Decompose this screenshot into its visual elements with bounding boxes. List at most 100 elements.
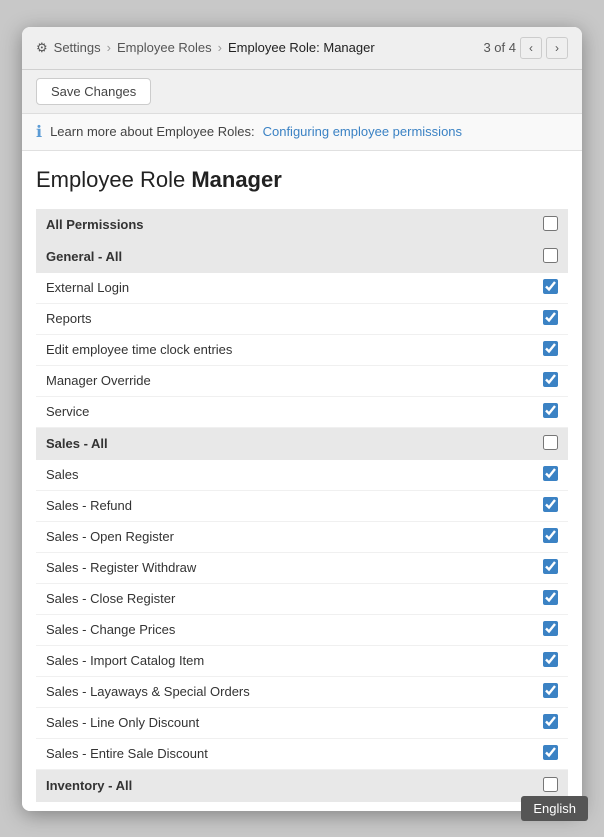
- permission-checkbox[interactable]: [543, 745, 558, 760]
- section-checkbox-cell[interactable]: [532, 241, 568, 273]
- permission-label: Inventory - Basic: [36, 802, 532, 811]
- section-checkbox-inventory[interactable]: [543, 777, 558, 792]
- permission-checkbox[interactable]: [543, 466, 558, 481]
- section-checkbox-all[interactable]: [543, 216, 558, 231]
- permission-checkbox-cell[interactable]: [532, 365, 568, 396]
- section-header-sales: Sales - All: [36, 427, 568, 460]
- table-row: Sales - Layaways & Special Orders: [36, 676, 568, 707]
- breadcrumb: ⚙ Settings › Employee Roles › Employee R…: [36, 40, 375, 56]
- toolbar: Save Changes: [22, 70, 582, 114]
- table-row: Service: [36, 396, 568, 427]
- gear-icon: ⚙: [36, 40, 48, 56]
- permission-checkbox-cell[interactable]: [532, 490, 568, 521]
- permission-checkbox-cell[interactable]: [532, 273, 568, 304]
- table-row: Sales - Open Register: [36, 521, 568, 552]
- table-row: Sales - Close Register: [36, 583, 568, 614]
- permissions-table: All Permissions General - All External L…: [36, 209, 568, 811]
- permission-checkbox[interactable]: [543, 310, 558, 325]
- table-row: Sales - Import Catalog Item: [36, 645, 568, 676]
- permission-checkbox-cell[interactable]: [532, 614, 568, 645]
- pagination: 3 of 4 ‹ ›: [483, 37, 568, 59]
- permission-label: Sales - Refund: [36, 490, 532, 521]
- permission-label: Reports: [36, 303, 532, 334]
- permission-checkbox-cell[interactable]: [532, 460, 568, 491]
- section-checkbox-sales[interactable]: [543, 435, 558, 450]
- english-badge[interactable]: English: [521, 796, 588, 821]
- permission-checkbox-cell[interactable]: [532, 738, 568, 769]
- permission-checkbox[interactable]: [543, 714, 558, 729]
- info-icon: ℹ: [36, 122, 42, 142]
- permission-checkbox[interactable]: [543, 590, 558, 605]
- permission-checkbox-cell[interactable]: [532, 707, 568, 738]
- section-checkbox-cell[interactable]: [532, 209, 568, 241]
- table-row: Sales - Change Prices: [36, 614, 568, 645]
- permission-checkbox[interactable]: [543, 621, 558, 636]
- table-row: Sales - Register Withdraw: [36, 552, 568, 583]
- permission-label: Sales - Line Only Discount: [36, 707, 532, 738]
- section-label: Inventory - All: [36, 769, 532, 802]
- permission-label: Sales: [36, 460, 532, 491]
- info-bar: ℹ Learn more about Employee Roles: Confi…: [22, 114, 582, 151]
- permission-checkbox[interactable]: [543, 341, 558, 356]
- section-header-general: General - All: [36, 241, 568, 273]
- breadcrumb-employee-roles[interactable]: Employee Roles: [117, 40, 212, 55]
- prev-button[interactable]: ‹: [520, 37, 542, 59]
- permission-checkbox[interactable]: [543, 372, 558, 387]
- permission-checkbox[interactable]: [543, 279, 558, 294]
- permission-label: Edit employee time clock entries: [36, 334, 532, 365]
- content-area: Employee Role Manager All Permissions Ge…: [22, 151, 582, 811]
- permission-label: Sales - Change Prices: [36, 614, 532, 645]
- permission-checkbox[interactable]: [543, 497, 558, 512]
- permission-label: Sales - Import Catalog Item: [36, 645, 532, 676]
- breadcrumb-sep-2: ›: [218, 40, 222, 55]
- section-checkbox-cell[interactable]: [532, 427, 568, 460]
- permission-label: Sales - Close Register: [36, 583, 532, 614]
- next-button[interactable]: ›: [546, 37, 568, 59]
- table-row: Sales - Entire Sale Discount: [36, 738, 568, 769]
- table-row: Manager Override: [36, 365, 568, 396]
- permission-checkbox-cell[interactable]: [532, 583, 568, 614]
- permission-checkbox-cell[interactable]: [532, 521, 568, 552]
- section-label: General - All: [36, 241, 532, 273]
- permission-label: Sales - Layaways & Special Orders: [36, 676, 532, 707]
- section-label: All Permissions: [36, 209, 532, 241]
- breadcrumb-settings[interactable]: Settings: [54, 40, 101, 55]
- permission-label: Service: [36, 396, 532, 427]
- table-row: Sales: [36, 460, 568, 491]
- permission-label: Manager Override: [36, 365, 532, 396]
- breadcrumb-current: Employee Role: Manager: [228, 40, 375, 55]
- section-label: Sales - All: [36, 427, 532, 460]
- permission-checkbox[interactable]: [543, 683, 558, 698]
- pagination-text: 3 of 4: [483, 40, 516, 55]
- section-checkbox-general[interactable]: [543, 248, 558, 263]
- section-header-inventory: Inventory - All: [36, 769, 568, 802]
- permission-checkbox-cell[interactable]: [532, 676, 568, 707]
- save-button[interactable]: Save Changes: [36, 78, 151, 105]
- breadcrumb-sep-1: ›: [107, 40, 111, 55]
- table-row: Sales - Refund: [36, 490, 568, 521]
- info-link[interactable]: Configuring employee permissions: [263, 124, 462, 139]
- permission-checkbox[interactable]: [543, 403, 558, 418]
- section-header-all: All Permissions: [36, 209, 568, 241]
- permission-checkbox[interactable]: [543, 652, 558, 667]
- permission-checkbox-cell[interactable]: [532, 334, 568, 365]
- table-row: Edit employee time clock entries: [36, 334, 568, 365]
- titlebar: ⚙ Settings › Employee Roles › Employee R…: [22, 27, 582, 70]
- table-row: Reports: [36, 303, 568, 334]
- permission-label: Sales - Register Withdraw: [36, 552, 532, 583]
- permission-checkbox-cell[interactable]: [532, 303, 568, 334]
- permission-checkbox[interactable]: [543, 528, 558, 543]
- table-row: External Login: [36, 273, 568, 304]
- permission-label: Sales - Open Register: [36, 521, 532, 552]
- page-title-name: Manager: [191, 167, 281, 192]
- app-window: ⚙ Settings › Employee Roles › Employee R…: [22, 27, 582, 811]
- permission-checkbox-cell[interactable]: [532, 552, 568, 583]
- permission-checkbox-cell[interactable]: [532, 396, 568, 427]
- permission-label: External Login: [36, 273, 532, 304]
- permission-checkbox-cell[interactable]: [532, 645, 568, 676]
- table-row: Inventory - Basic: [36, 802, 568, 811]
- permission-label: Sales - Entire Sale Discount: [36, 738, 532, 769]
- page-title: Employee Role Manager: [36, 167, 568, 193]
- info-text: Learn more about Employee Roles:: [50, 124, 255, 139]
- permission-checkbox[interactable]: [543, 559, 558, 574]
